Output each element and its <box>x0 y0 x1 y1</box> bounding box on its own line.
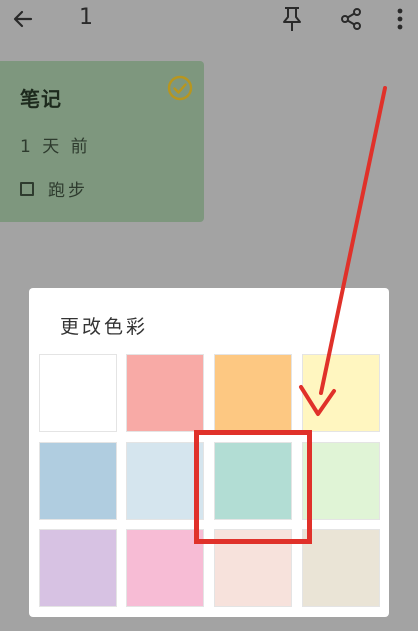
annotation-arrow <box>299 86 387 416</box>
